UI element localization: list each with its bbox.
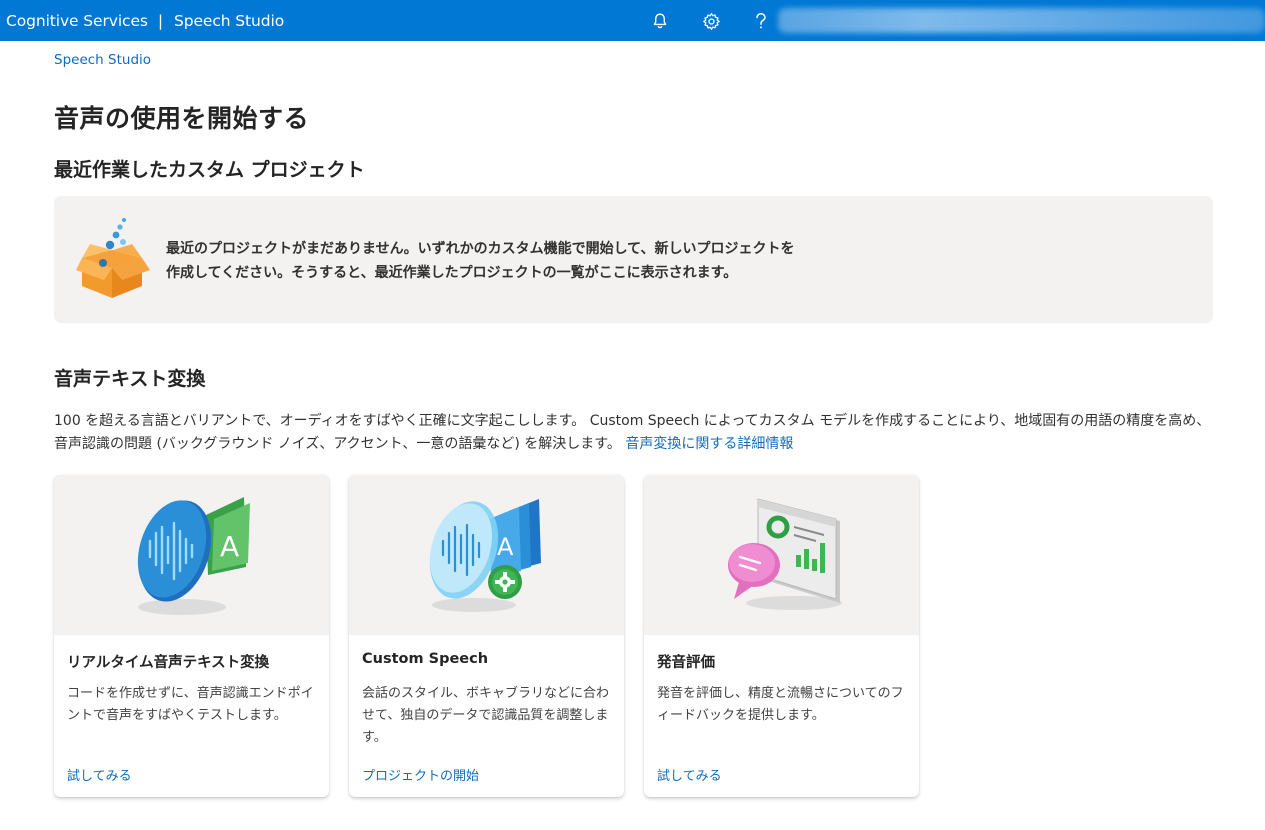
card-custom-speech[interactable]: A Custom Speech 会話のスタイル、ボキャブラリなどに合わせて、独自… — [349, 475, 624, 797]
realtime-speech-illustration: A — [137, 497, 250, 615]
card-title: リアルタイム音声テキスト変換 — [67, 655, 270, 671]
pronunciation-assessment-illustration — [728, 498, 842, 610]
speech-to-text-title: 音声テキスト変換 — [54, 368, 206, 390]
custom-speech-illustration: A — [429, 499, 541, 612]
breadcrumb[interactable]: Speech Studio — [54, 52, 151, 68]
brand: Cognitive Services | Speech Studio — [6, 0, 284, 41]
empty-message-line-1: 最近のプロジェクトがまだありません。いずれかのカスタム機能で開始して、新しいプロ… — [166, 241, 795, 257]
page-title: 音声の使用を開始する — [54, 104, 310, 133]
top-bar: Cognitive Services | Speech Studio — [0, 0, 1265, 41]
card-title: 発音評価 — [657, 655, 715, 671]
card-image: A — [349, 475, 624, 635]
card-description: 会話のスタイル、ボキャブラリなどに合わせて、独自のデータで認識品質を調整します。 — [362, 686, 610, 745]
empty-message-line-2: 作成してください。そうすると、最近作業したプロジェクトの一覧がここに表示されます… — [166, 265, 738, 281]
user-account-area[interactable] — [778, 8, 1265, 33]
card-description: コードを作成せずに、音声認識エンドポイントで音声をすばやくテストします。 — [67, 686, 314, 723]
brand-separator: | — [157, 11, 163, 30]
card-image — [644, 475, 919, 635]
svg-text:A: A — [497, 533, 514, 561]
recent-projects-empty-panel: 最近のプロジェクトがまだありません。いずれかのカスタム機能で開始して、新しいプロ… — [54, 196, 1213, 323]
start-project-link[interactable]: プロジェクトの開始 — [362, 765, 479, 784]
svg-text:A: A — [220, 530, 239, 563]
speech-to-text-description: 100 を超える言語とバリアントで、オーディオをすばやく正確に文字起こしします。… — [54, 410, 1214, 456]
card-title: Custom Speech — [362, 651, 489, 667]
app-name[interactable]: Speech Studio — [174, 12, 284, 30]
product-name[interactable]: Cognitive Services — [6, 12, 148, 30]
card-realtime-stt[interactable]: A リアルタイム音声テキスト変換 コードを作成せずに、音声認識エンドポイントで音… — [54, 475, 329, 797]
try-it-link[interactable]: 試してみる — [657, 765, 722, 784]
help-icon[interactable] — [749, 9, 773, 33]
recent-projects-title: 最近作業したカスタム プロジェクト — [54, 159, 365, 181]
learn-more-link[interactable]: 音声変換に関する詳細情報 — [625, 436, 793, 452]
open-box-illustration — [76, 218, 150, 298]
bell-icon[interactable] — [648, 9, 672, 33]
gear-icon[interactable] — [699, 9, 723, 33]
card-pronunciation-assessment[interactable]: 発音評価 発音を評価し、精度と流暢さについてのフィードバックを提供します。 試し… — [644, 475, 919, 797]
recent-projects-empty-message: 最近のプロジェクトがまだありません。いずれかのカスタム機能で開始して、新しいプロ… — [166, 237, 866, 285]
card-description: 発音を評価し、精度と流暢さについてのフィードバックを提供します。 — [657, 686, 904, 723]
try-it-link[interactable]: 試してみる — [67, 765, 132, 784]
card-image: A — [54, 475, 329, 635]
